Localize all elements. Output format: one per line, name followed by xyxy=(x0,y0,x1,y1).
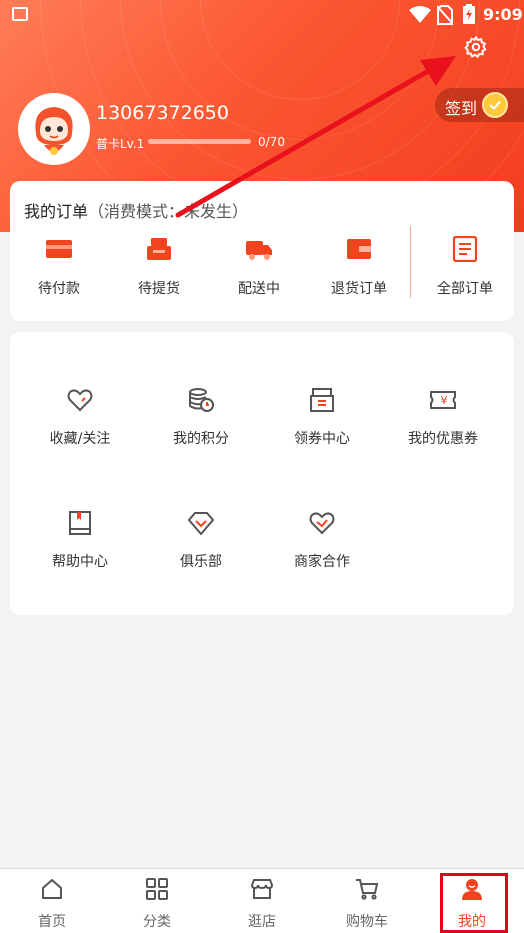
service-help-center[interactable]: 帮助中心 xyxy=(20,509,140,571)
gallery-notification-icon xyxy=(12,7,28,21)
user-phone-number: 13067372650 xyxy=(96,102,229,124)
battery-charging-icon xyxy=(463,4,475,24)
wallet-card-icon xyxy=(46,240,72,258)
order-in-delivery[interactable]: 配送中 xyxy=(214,236,304,298)
status-bar: 9:09 xyxy=(0,0,524,30)
order-pending-payment[interactable]: 待付款 xyxy=(14,236,104,298)
store-icon xyxy=(250,879,274,899)
service-merchant-partnership[interactable]: 商家合作 xyxy=(262,509,382,571)
service-label: 商家合作 xyxy=(294,554,350,570)
tab-label: 逛店 xyxy=(248,914,276,930)
service-coupon-center[interactable]: 领券中心 xyxy=(262,386,382,448)
service-label: 我的优惠券 xyxy=(408,431,478,447)
service-label: 收藏/关注 xyxy=(49,431,111,447)
service-label: 俱乐部 xyxy=(180,554,222,570)
order-item-label: 待提货 xyxy=(138,281,180,297)
settings-gear-icon[interactable] xyxy=(464,35,488,59)
status-time: 9:09 xyxy=(483,5,523,24)
handshake-heart-icon xyxy=(309,512,335,535)
service-my-points[interactable]: 我的积分 xyxy=(141,386,261,448)
yen-ticket-icon: ¥ xyxy=(430,391,456,409)
return-wallet-icon xyxy=(347,239,371,259)
checkin-label: 签到 xyxy=(445,99,478,118)
service-label: 帮助中心 xyxy=(52,554,108,570)
service-favorites[interactable]: 收藏/关注 xyxy=(20,386,140,448)
services-card: 收藏/关注 我的积分 领券中心 ¥ 我的优惠券 帮助中心 俱乐部 商家合作 xyxy=(10,332,514,615)
svg-text:¥: ¥ xyxy=(441,394,448,407)
my-orders-card: 我的订单（消费模式：未发生） 待付款 待提货 配送中 退货订单 全部订单 xyxy=(10,181,514,321)
coins-icon xyxy=(189,388,214,412)
service-label: 我的积分 xyxy=(173,431,229,447)
checkin-button[interactable]: 签到 xyxy=(435,88,524,122)
grid-icon xyxy=(146,878,168,900)
package-box-icon xyxy=(147,238,171,260)
level-progress-bar xyxy=(148,139,251,144)
my-orders-title[interactable]: 我的订单（消费模式：未发生） xyxy=(24,198,248,222)
tab-label: 分类 xyxy=(143,914,171,930)
order-pending-pickup[interactable]: 待提货 xyxy=(114,236,204,298)
service-label: 领券中心 xyxy=(294,431,350,447)
tab-cart[interactable]: 购物车 xyxy=(315,877,419,931)
order-item-label: 配送中 xyxy=(238,281,280,297)
member-level: 普卡Lv.1 xyxy=(96,137,145,151)
service-my-coupons[interactable]: ¥ 我的优惠券 xyxy=(383,386,503,448)
book-icon xyxy=(69,511,91,535)
checkin-coin-icon xyxy=(482,92,508,118)
consumption-mode-text: （消费模式：未发生） xyxy=(88,202,249,221)
order-item-label: 待付款 xyxy=(38,281,80,297)
diamond-icon xyxy=(187,512,215,536)
tab-label: 首页 xyxy=(38,914,66,930)
delivery-truck-icon xyxy=(246,241,272,260)
order-all[interactable]: 全部订单 xyxy=(420,235,510,298)
order-list-icon xyxy=(452,235,478,263)
annotation-highlight-box xyxy=(440,873,508,933)
order-returns[interactable]: 退货订单 xyxy=(314,236,404,298)
user-avatar[interactable] xyxy=(18,93,90,165)
wifi-icon xyxy=(409,6,431,23)
level-points: 0/70 xyxy=(258,135,285,149)
order-divider xyxy=(410,226,411,298)
order-item-label: 全部订单 xyxy=(437,281,493,297)
order-item-label: 退货订单 xyxy=(331,281,387,297)
service-club[interactable]: 俱乐部 xyxy=(141,509,261,571)
cart-icon xyxy=(356,879,379,900)
my-orders-title-text: 我的订单 xyxy=(24,202,89,221)
tab-stores[interactable]: 逛店 xyxy=(210,877,314,931)
coupon-box-icon xyxy=(310,388,334,412)
home-icon xyxy=(42,879,62,899)
tab-label: 购物车 xyxy=(346,914,388,930)
tab-category[interactable]: 分类 xyxy=(105,877,209,931)
tab-home[interactable]: 首页 xyxy=(0,877,104,931)
heart-icon xyxy=(67,389,93,412)
no-sim-icon xyxy=(437,5,453,25)
